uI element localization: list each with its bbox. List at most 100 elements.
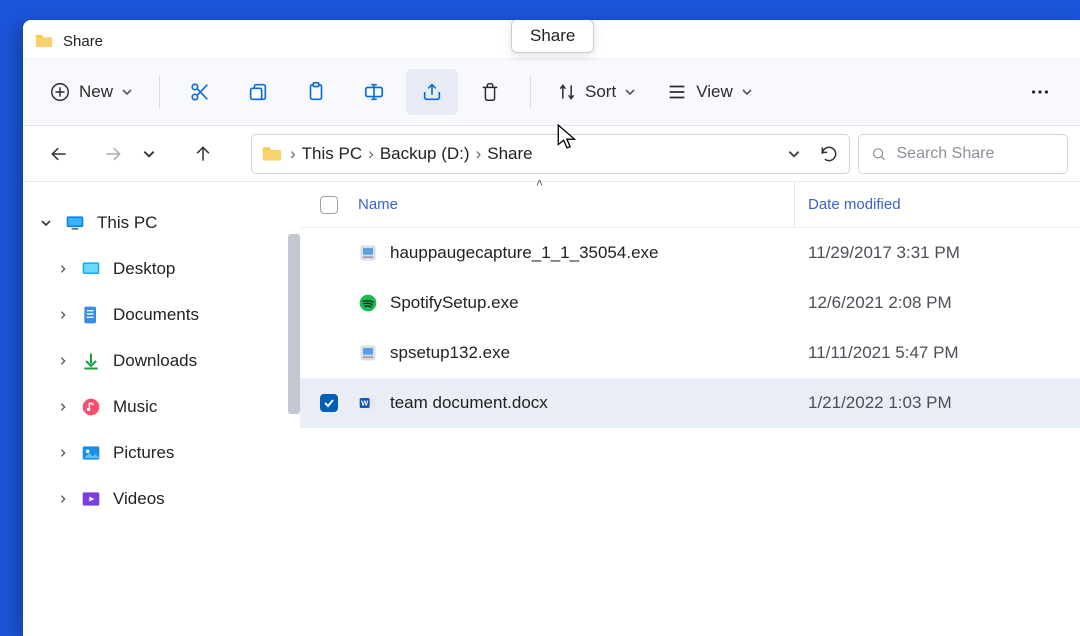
toolbar: Share New Sort xyxy=(23,58,1080,126)
chevron-right-icon[interactable] xyxy=(57,448,69,458)
sidebar-item-label: Music xyxy=(113,397,157,417)
breadcrumb-item[interactable]: Share xyxy=(487,144,532,164)
file-name: hauppaugecapture_1_1_35054.exe xyxy=(390,243,658,263)
file-date: 12/6/2021 2:08 PM xyxy=(794,293,1080,313)
chevron-down-icon xyxy=(142,147,156,161)
explorer-window: Share Share New Sort xyxy=(23,20,1080,636)
sidebar-item-pictures[interactable]: Pictures xyxy=(23,430,288,476)
sidebar-item-label: Documents xyxy=(113,305,199,325)
copy-button[interactable] xyxy=(232,69,284,115)
search-icon xyxy=(871,145,887,163)
chevron-down-icon xyxy=(741,86,753,98)
scissors-icon xyxy=(189,81,211,103)
delete-button[interactable] xyxy=(464,69,516,115)
chevron-right-icon: › xyxy=(368,144,374,164)
chevron-right-icon: › xyxy=(290,144,296,164)
ellipsis-icon xyxy=(1029,81,1051,103)
file-icon xyxy=(358,343,378,363)
file-icon: W xyxy=(358,393,378,413)
file-date: 11/29/2017 3:31 PM xyxy=(794,243,1080,263)
column-header-name[interactable]: Name xyxy=(358,196,794,213)
arrow-right-icon xyxy=(103,144,123,164)
search-box[interactable] xyxy=(858,134,1068,174)
breadcrumb-item[interactable]: This PC xyxy=(302,144,362,164)
document-icon xyxy=(81,305,101,325)
back-button[interactable] xyxy=(45,140,73,168)
file-name: team document.docx xyxy=(390,393,548,413)
sort-button[interactable]: Sort xyxy=(545,69,648,115)
body: This PC Desktop Documents Downloads xyxy=(23,182,1080,636)
paste-button[interactable] xyxy=(290,69,342,115)
sidebar-item-label: Videos xyxy=(113,489,165,509)
share-tooltip: Share xyxy=(511,20,594,53)
download-icon xyxy=(81,351,101,371)
chevron-right-icon[interactable] xyxy=(57,402,69,412)
file-date: 1/21/2022 1:03 PM xyxy=(794,393,1080,413)
picture-icon xyxy=(81,443,101,463)
navigation-pane: This PC Desktop Documents Downloads xyxy=(23,182,288,636)
more-button[interactable] xyxy=(1014,69,1066,115)
chevron-down-icon[interactable] xyxy=(787,147,801,161)
sidebar-item-videos[interactable]: Videos xyxy=(23,476,288,522)
sidebar-scrollbar[interactable] xyxy=(288,182,300,636)
address-bar[interactable]: › This PC › Backup (D:) › Share xyxy=(251,134,850,174)
chevron-right-icon[interactable] xyxy=(57,310,69,320)
breadcrumb-item[interactable]: Backup (D:) xyxy=(380,144,470,164)
view-icon xyxy=(666,81,688,103)
select-all-checkbox[interactable] xyxy=(320,196,338,214)
up-button[interactable] xyxy=(189,140,217,168)
chevron-right-icon: › xyxy=(476,144,482,164)
arrow-left-icon xyxy=(49,144,69,164)
search-input[interactable] xyxy=(897,145,1056,163)
share-button[interactable] xyxy=(406,69,458,115)
chevron-down-icon xyxy=(624,86,636,98)
sidebar-item-downloads[interactable]: Downloads xyxy=(23,338,288,384)
new-button[interactable]: New xyxy=(37,69,145,115)
sidebar-item-documents[interactable]: Documents xyxy=(23,292,288,338)
view-label: View xyxy=(696,82,733,102)
sort-indicator-icon: ˄ xyxy=(536,176,543,190)
video-icon xyxy=(81,489,101,509)
sidebar-item-desktop[interactable]: Desktop xyxy=(23,246,288,292)
sidebar-item-music[interactable]: Music xyxy=(23,384,288,430)
chevron-down-icon xyxy=(121,86,133,98)
file-date: 11/11/2021 5:47 PM xyxy=(794,343,1080,363)
svg-text:W: W xyxy=(361,399,369,408)
divider xyxy=(530,75,531,109)
music-icon xyxy=(81,397,101,417)
monitor-icon xyxy=(65,213,85,233)
file-list: ˄ Name Date modified hauppaugecapture_1_… xyxy=(300,182,1080,636)
file-row[interactable]: hauppaugecapture_1_1_35054.exe 11/29/2017… xyxy=(300,228,1080,278)
column-header-date[interactable]: Date modified xyxy=(794,196,1080,213)
sort-icon xyxy=(557,82,577,102)
breadcrumb: › This PC › Backup (D:) › Share xyxy=(290,144,779,164)
cut-button[interactable] xyxy=(174,69,226,115)
chevron-down-icon[interactable] xyxy=(39,217,53,229)
file-icon xyxy=(358,243,378,263)
window-title: Share xyxy=(63,33,103,50)
row-checkbox[interactable] xyxy=(320,394,338,412)
sidebar-item-label: Downloads xyxy=(113,351,197,371)
file-row[interactable]: spsetup132.exe 11/11/2021 5:47 PM xyxy=(300,328,1080,378)
sidebar-item-label: Pictures xyxy=(113,443,174,463)
forward-button[interactable] xyxy=(99,140,127,168)
rename-icon xyxy=(363,81,385,103)
folder-icon xyxy=(262,144,282,164)
share-icon xyxy=(421,81,443,103)
address-row: › This PC › Backup (D:) › Share xyxy=(23,126,1080,182)
arrow-up-icon xyxy=(193,144,213,164)
recent-locations-button[interactable] xyxy=(135,140,163,168)
file-row[interactable]: SpotifySetup.exe12/6/2021 2:08 PM xyxy=(300,278,1080,328)
sidebar-item-this-pc[interactable]: This PC xyxy=(23,200,288,246)
folder-icon xyxy=(35,34,53,48)
file-name: spsetup132.exe xyxy=(390,343,510,363)
file-row[interactable]: Wteam document.docx 1/21/2022 1:03 PM xyxy=(300,378,1080,428)
rename-button[interactable] xyxy=(348,69,400,115)
chevron-right-icon[interactable] xyxy=(57,494,69,504)
refresh-icon[interactable] xyxy=(819,144,839,164)
view-button[interactable]: View xyxy=(654,69,765,115)
column-headers: ˄ Name Date modified xyxy=(300,182,1080,228)
sort-label: Sort xyxy=(585,82,616,102)
chevron-right-icon[interactable] xyxy=(57,356,69,366)
chevron-right-icon[interactable] xyxy=(57,264,69,274)
